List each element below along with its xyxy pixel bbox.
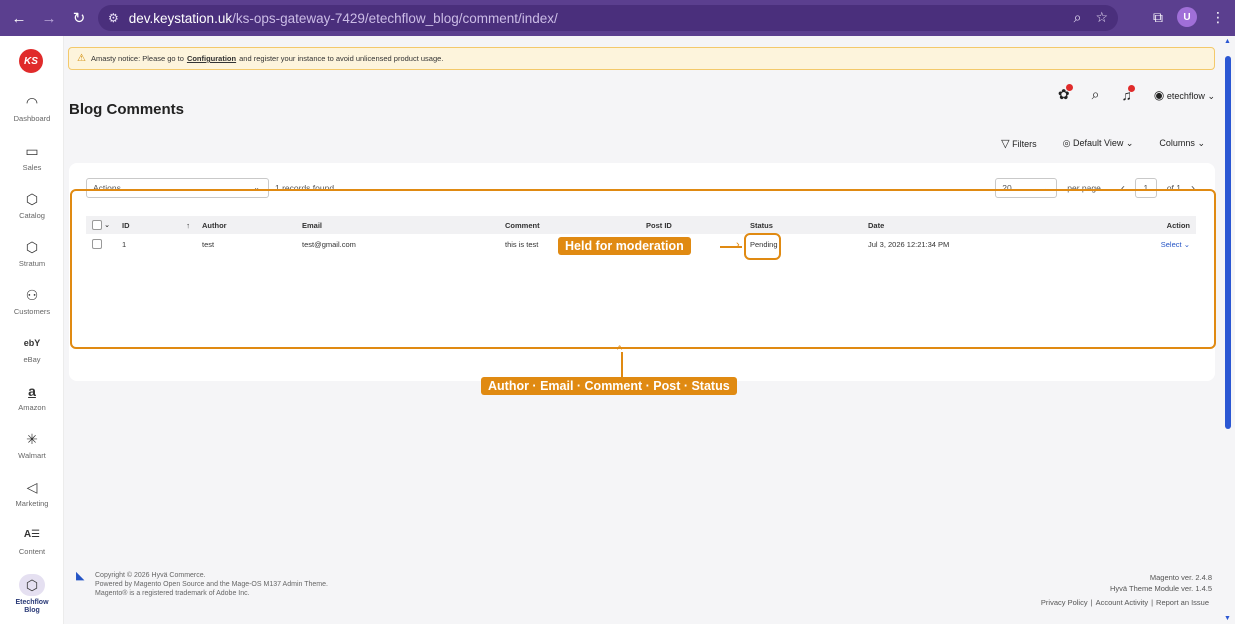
- sidebar-item-label: Dashboard: [13, 114, 51, 123]
- user-name: etechflow: [1166, 90, 1205, 101]
- warning-icon: ⚠: [77, 53, 86, 64]
- arrow-right-icon: ›: [736, 239, 740, 251]
- sales-icon: ▭: [25, 143, 39, 159]
- content-icon: A☰: [23, 529, 41, 540]
- blog-icon: ⬡: [19, 574, 45, 596]
- sidebar-item-label: Stratum: [18, 259, 46, 268]
- default-view-button[interactable]: ◎ Default View ⌄: [1063, 138, 1134, 149]
- user-menu[interactable]: ◉ etechflow ⌄: [1154, 88, 1215, 102]
- sidebar-item-content[interactable]: A☰ Content: [0, 526, 64, 556]
- back-icon[interactable]: ←: [8, 7, 30, 29]
- grid-toolbar: ▽ Filters ◎ Default View ⌄ Columns ⌄: [1001, 137, 1205, 150]
- sidebar-item-walmart[interactable]: ✳ Walmart: [0, 430, 64, 460]
- admin-sidebar: KS ◠ Dashboard ▭ Sales ⬡ Catalog ⬡ Strat…: [0, 36, 64, 624]
- notice-text-suffix: and register your instance to avoid unli…: [239, 54, 444, 63]
- sidebar-item-sales[interactable]: ▭ Sales: [0, 142, 64, 172]
- chevron-down-icon: ⌄: [1197, 138, 1205, 148]
- sidebar-item-label: Content: [18, 547, 46, 556]
- sidebar-item-catalog[interactable]: ⬡ Catalog: [0, 190, 64, 220]
- sidebar-item-label: Customers: [13, 307, 51, 316]
- held-for-moderation-label: Held for moderation: [558, 237, 691, 255]
- sidebar-item-label: Amazon: [18, 403, 46, 412]
- columns-label: Columns: [1159, 138, 1195, 148]
- stratum-icon: ⬡: [25, 239, 39, 255]
- customers-icon: ⚇: [25, 287, 39, 303]
- menu-kebab-icon[interactable]: ⋮: [1211, 9, 1225, 26]
- sidebar-item-stratum[interactable]: ⬡ Stratum: [0, 238, 64, 268]
- arrow-up-icon: ^: [617, 344, 623, 356]
- footer-right: Magento ver. 2.4.8 Hyvä Theme Module ver…: [1038, 572, 1212, 608]
- sidebar-item-label: eBay: [23, 355, 41, 364]
- ks-logo[interactable]: KS: [19, 49, 43, 73]
- sidebar-item-amazon[interactable]: a Amazon: [0, 382, 64, 412]
- page-scrollbar[interactable]: ▲ ▼: [1224, 38, 1232, 622]
- walmart-icon: ✳: [26, 431, 38, 447]
- ebay-icon: ebY: [23, 338, 41, 348]
- megaphone-icon: ◁: [26, 479, 38, 495]
- columns-button[interactable]: Columns ⌄: [1159, 138, 1205, 149]
- header-tools: ✿ ⌕ ♫ ◉ etechflow ⌄: [1058, 84, 1215, 103]
- chevron-down-icon: ⌄: [1125, 138, 1134, 148]
- footer-left: ◣ Copyright © 2026 Hyvä Commerce. Powere…: [76, 571, 328, 598]
- search-icon[interactable]: ⌕: [1092, 86, 1100, 103]
- sidebar-item-customers[interactable]: ⚇ Customers: [0, 286, 64, 316]
- privacy-policy-link[interactable]: Privacy Policy: [1038, 598, 1091, 607]
- dashboard-icon: ◠: [25, 94, 39, 110]
- footer-copyright: Copyright © 2026 Hyvä Commerce.: [95, 572, 206, 579]
- configuration-link[interactable]: Configuration: [187, 54, 236, 63]
- filters-label: Filters: [1012, 139, 1037, 149]
- scroll-down-icon[interactable]: ▼: [1224, 615, 1231, 622]
- footer-powered: Powered by Magento Open Source and the M…: [95, 581, 328, 588]
- view-label: Default View: [1072, 138, 1124, 148]
- chevron-down-icon: ⌄: [1207, 90, 1215, 101]
- status-highlight-box: [744, 233, 781, 260]
- sidebar-item-dashboard[interactable]: ◠ Dashboard: [0, 93, 64, 123]
- url-host: dev.keystation.uk: [128, 10, 233, 26]
- url-path: /ks-ops-gateway-7429/etechflow_blog/comm…: [232, 10, 558, 26]
- sidebar-item-label: Marketing: [15, 499, 49, 508]
- sidebar-item-label: Sales: [22, 163, 42, 172]
- hyva-logo-icon: ◣: [76, 570, 85, 582]
- magento-version: Magento ver. 2.4.8: [1149, 573, 1212, 582]
- profile-avatar[interactable]: U: [1177, 7, 1197, 27]
- catalog-icon: ⬡: [25, 191, 39, 207]
- amasty-notice: ⚠ Amasty notice: Please go to Configurat…: [68, 47, 1215, 70]
- zoom-icon[interactable]: ⌕: [1074, 9, 1082, 26]
- reload-icon[interactable]: ↻: [68, 7, 90, 29]
- scroll-up-icon[interactable]: ▲: [1224, 38, 1231, 45]
- extensions-icon[interactable]: ⧉: [1153, 9, 1163, 26]
- user-icon: ◉: [1153, 87, 1165, 102]
- report-issue-link[interactable]: Report an Issue: [1153, 598, 1212, 607]
- filter-icon: ▽: [1001, 138, 1010, 150]
- sidebar-item-etechflow-blog[interactable]: ⬡ Etechflow Blog: [0, 574, 64, 615]
- footer-trademark: Magento® is a registered trademark of Ad…: [95, 590, 250, 597]
- scrollbar-thumb[interactable]: [1225, 56, 1231, 429]
- site-info-icon[interactable]: ⚙: [108, 11, 119, 25]
- filters-button[interactable]: ▽ Filters: [1001, 137, 1036, 150]
- eye-icon: ◎: [1062, 138, 1071, 148]
- sidebar-item-label: Catalog: [19, 211, 45, 220]
- system-messages-icon[interactable]: ✿: [1058, 84, 1073, 103]
- columns-summary-label: Author · Email · Comment · Post · Status: [481, 377, 737, 395]
- sidebar-item-ebay[interactable]: ebY eBay: [0, 334, 64, 364]
- address-bar[interactable]: ⚙ dev.keystation.uk/ks-ops-gateway-7429/…: [98, 5, 1118, 31]
- page-title: Blog Comments: [69, 101, 185, 118]
- notifications-bell-icon[interactable]: ♫: [1121, 84, 1135, 103]
- sidebar-item-label: Walmart: [18, 451, 46, 460]
- bookmark-star-icon[interactable]: ☆: [1095, 9, 1108, 26]
- forward-icon[interactable]: →: [38, 7, 60, 29]
- amazon-icon: a: [28, 383, 36, 399]
- notice-text: Amasty notice: Please go to: [90, 54, 184, 63]
- account-activity-link[interactable]: Account Activity: [1093, 598, 1152, 607]
- table-highlight-box: [70, 189, 1216, 349]
- browser-toolbar: ← → ↻ ⚙ dev.keystation.uk/ks-ops-gateway…: [0, 0, 1235, 36]
- sidebar-item-marketing[interactable]: ◁ Marketing: [0, 478, 64, 508]
- hyva-version: Hyvä Theme Module ver. 1.4.5: [1110, 584, 1212, 593]
- sidebar-item-label: Etechflow Blog: [15, 599, 49, 614]
